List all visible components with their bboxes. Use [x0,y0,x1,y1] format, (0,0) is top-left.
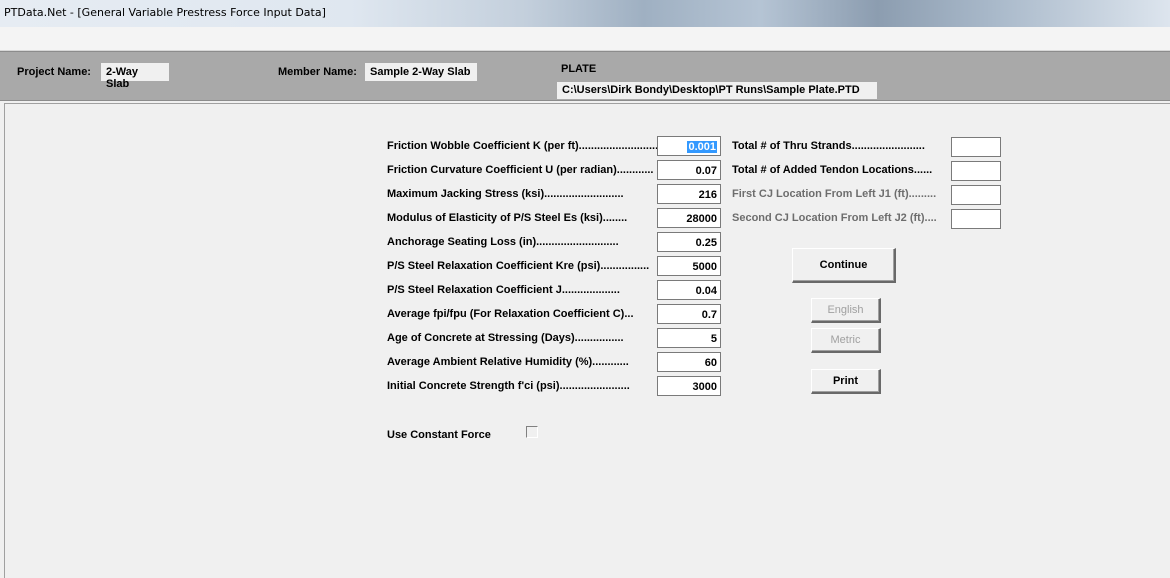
max-jacking-stress-label: Maximum Jacking Stress (ksi)............… [387,188,624,200]
second-cj-location-input[interactable] [951,209,1001,229]
friction-wobble-input[interactable]: 0.001 [657,136,721,156]
initial-concrete-strength-input[interactable]: 3000 [657,376,721,396]
modulus-elasticity-input[interactable]: 28000 [657,208,721,228]
thru-strands-input[interactable] [951,137,1001,157]
continue-button[interactable]: Continue [792,248,896,283]
project-name-label: Project Name: [17,66,91,78]
relaxation-kre-input[interactable]: 5000 [657,256,721,276]
max-jacking-stress-input[interactable]: 216 [657,184,721,204]
anchorage-seating-loss-label: Anchorage Seating Loss (in).............… [387,236,619,248]
relative-humidity-input[interactable]: 60 [657,352,721,372]
initial-concrete-strength-label: Initial Concrete Strength f'ci (psi)....… [387,380,630,392]
print-button[interactable]: Print [811,369,881,394]
menu-strip [0,27,1170,51]
input-panel: Friction Wobble Coefficient K (per ft)..… [4,103,1170,578]
use-constant-force-label: Use Constant Force [387,429,491,441]
first-cj-location-input[interactable] [951,185,1001,205]
english-button[interactable]: English [811,298,881,323]
age-of-concrete-input[interactable]: 5 [657,328,721,348]
relative-humidity-label: Average Ambient Relative Humidity (%)...… [387,356,629,368]
modulus-elasticity-label: Modulus of Elasticity of P/S Steel Es (k… [387,212,628,224]
relaxation-j-label: P/S Steel Relaxation Coefficient J......… [387,284,620,296]
window-title: PTData.Net - [General Variable Prestress… [4,6,326,19]
added-tendon-locations-label: Total # of Added Tendon Locations...... [732,164,933,176]
friction-wobble-label: Friction Wobble Coefficient K (per ft)..… [387,140,659,152]
average-fpi-fpu-label: Average fpi/fpu (For Relaxation Coeffici… [387,308,634,320]
friction-curvature-label: Friction Curvature Coefficient U (per ra… [387,164,654,176]
use-constant-force-checkbox[interactable] [526,426,538,438]
anchorage-seating-loss-input[interactable]: 0.25 [657,232,721,252]
member-name-value: Sample 2-Way Slab [365,63,477,81]
added-tendon-locations-input[interactable] [951,161,1001,181]
thru-strands-label: Total # of Thru Strands.................… [732,140,925,152]
title-bar: PTData.Net - [General Variable Prestress… [0,0,1170,27]
friction-curvature-input[interactable]: 0.07 [657,160,721,180]
member-name-label: Member Name: [278,66,357,78]
relaxation-j-input[interactable]: 0.04 [657,280,721,300]
metric-button[interactable]: Metric [811,328,881,353]
project-header: Project Name: 2-Way Slab Member Name: Sa… [0,51,1170,101]
project-name-value: 2-Way Slab [101,63,169,90]
file-path-value: C:\Users\Dirk Bondy\Desktop\PT Runs\Samp… [557,82,877,99]
relaxation-kre-label: P/S Steel Relaxation Coefficient Kre (ps… [387,260,650,272]
average-fpi-fpu-input[interactable]: 0.7 [657,304,721,324]
first-cj-location-label: First CJ Location From Left J1 (ft).....… [732,188,937,200]
age-of-concrete-label: Age of Concrete at Stressing (Days).....… [387,332,624,344]
second-cj-location-label: Second CJ Location From Left J2 (ft).... [732,212,937,224]
member-type-label: PLATE [561,63,597,75]
